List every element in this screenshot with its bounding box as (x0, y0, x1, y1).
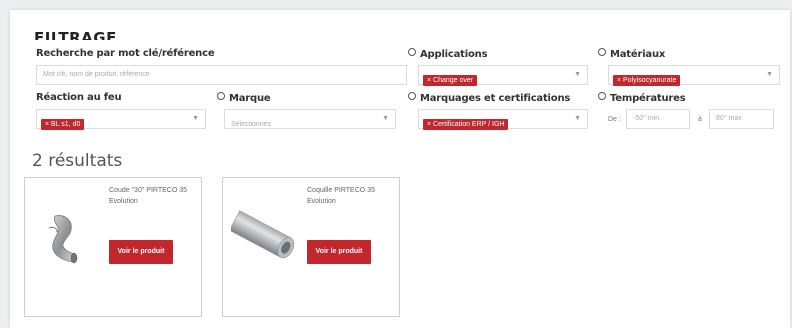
section-title: FILTRAGE (34, 29, 117, 40)
reaction-feu-tag[interactable]: × BL s1, d0 (41, 119, 85, 130)
reaction-feu-label: Réaction au feu (36, 92, 122, 103)
results-count: 2 résultats (32, 151, 123, 171)
materiaux-label-text: Matériaux (610, 49, 666, 60)
reaction-feu-select[interactable]: × BL s1, d0 ▼ (36, 109, 206, 130)
temperatures-label-text: Températures (610, 93, 686, 104)
chevron-down-icon: ▼ (192, 115, 199, 122)
marquages-label[interactable]: Marquages et certifications (408, 92, 570, 104)
temperature-to-label: à (698, 116, 702, 123)
search-input[interactable]: Mot clé, nom de produit, référence (36, 65, 407, 85)
chevron-down-icon: ▼ (574, 115, 581, 122)
applications-label-text: Applications (420, 49, 488, 60)
search-label: Recherche par mot clé/référence (36, 48, 215, 59)
temperature-from-label: De : (608, 116, 621, 123)
elbow-pipe-image (48, 215, 78, 264)
product-title: Coquille PIRTECO 35 Evolution (307, 187, 375, 205)
product-card: Coude "30" PIRTECO 35 Evolution Voir le … (24, 177, 202, 317)
marque-radio-icon[interactable] (217, 92, 225, 100)
marquages-select[interactable]: × Certification ERP / IGH ▼ (418, 109, 588, 130)
chevron-down-icon: ▼ (382, 115, 389, 122)
filter-panel: FILTRAGE Recherche par mot clé/référence… (10, 10, 790, 328)
chevron-down-icon: ▼ (766, 71, 773, 78)
straight-pipe-image (231, 210, 295, 259)
temperatures-radio-icon[interactable] (598, 92, 606, 100)
temperatures-label[interactable]: Températures (598, 92, 686, 104)
temperature-min-input[interactable]: -50° min (626, 109, 690, 129)
materiaux-tag[interactable]: × Polyisocyanurate (613, 75, 681, 86)
product-title: Coude "30" PIRTECO 35 Evolution (109, 187, 187, 205)
product-card: Coquille PIRTECO 35 Evolution Voir le pr… (222, 177, 400, 317)
marquages-tag[interactable]: × Certification ERP / IGH (423, 119, 509, 130)
marque-select[interactable]: Sélectionnez ▼ (224, 109, 396, 129)
applications-radio-icon[interactable] (408, 48, 416, 56)
applications-select[interactable]: × Change over ▼ (418, 65, 588, 86)
view-product-button[interactable]: Voir le produit (307, 240, 371, 264)
marque-placeholder: Sélectionnez (231, 121, 272, 128)
materiaux-select[interactable]: × Polyisocyanurate ▼ (608, 65, 780, 86)
applications-label[interactable]: Applications (408, 48, 488, 60)
materiaux-radio-icon[interactable] (598, 48, 606, 56)
marque-label-text: Marque (229, 93, 271, 104)
chevron-down-icon: ▼ (574, 71, 581, 78)
materiaux-label[interactable]: Matériaux (598, 48, 665, 60)
marquages-radio-icon[interactable] (408, 92, 416, 100)
marquages-label-text: Marquages et certifications (420, 93, 571, 104)
applications-tag[interactable]: × Change over (423, 75, 478, 86)
marque-label[interactable]: Marque (217, 92, 271, 104)
temperature-max-input[interactable]: 80° max (709, 109, 774, 129)
view-product-button[interactable]: Voir le produit (109, 240, 173, 264)
